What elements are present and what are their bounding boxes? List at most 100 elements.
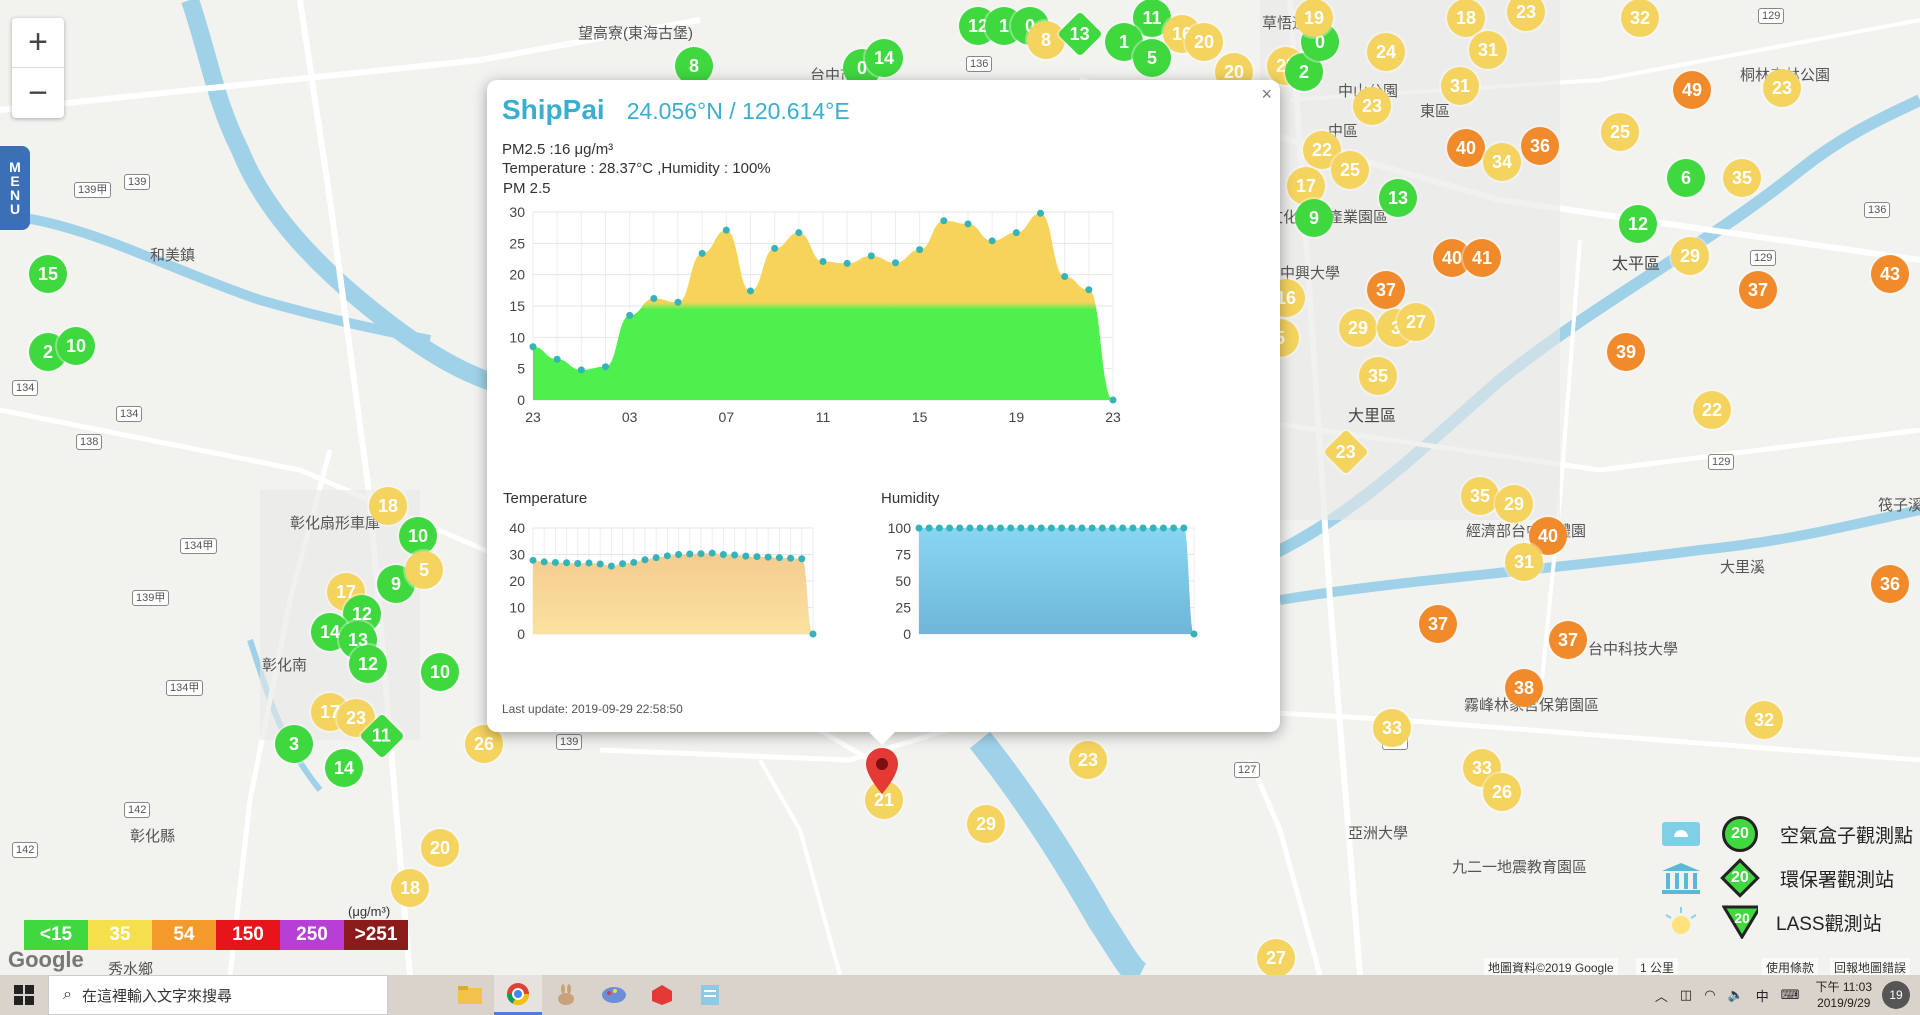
notification-center-button[interactable]: 19 <box>1882 981 1910 1009</box>
chevron-up-icon[interactable]: ︿ <box>1655 986 1668 1005</box>
wifi-icon[interactable]: ◠ <box>1704 987 1715 1003</box>
app-paint-icon[interactable] <box>590 975 638 1015</box>
place-label: 彰化南 <box>262 657 308 674</box>
airbox-marker[interactable]: 3 <box>275 725 313 763</box>
airbox-marker[interactable]: 26 <box>1483 773 1521 811</box>
station-type-legend: 20 空氣盒子觀測點 20 環保署觀測站 20 LASS觀測站 <box>1656 812 1920 944</box>
airbox-marker[interactable]: 40 <box>1447 129 1485 167</box>
search-placeholder: 在這裡輸入文字來搜尋 <box>81 987 232 1005</box>
place-label: 大里溪 <box>1720 559 1766 576</box>
airbox-marker[interactable]: 19 <box>1295 0 1333 37</box>
airbox-marker[interactable]: 39 <box>1607 333 1645 371</box>
airbox-marker[interactable]: 5 <box>405 551 443 589</box>
zoom-out-button[interactable]: − <box>12 68 64 118</box>
app-sketchup-icon[interactable] <box>638 975 686 1015</box>
airbox-marker[interactable]: 18 <box>1447 0 1485 37</box>
airbox-marker[interactable]: 32 <box>1621 0 1659 37</box>
airbox-marker[interactable]: 49 <box>1673 71 1711 109</box>
start-button[interactable] <box>0 975 48 1015</box>
airbox-marker[interactable]: 37 <box>1549 621 1587 659</box>
popup-close-button[interactable]: × <box>1261 84 1272 105</box>
airbox-marker[interactable]: 23 <box>1069 741 1107 779</box>
airbox-marker[interactable]: 36 <box>1871 565 1909 603</box>
airbox-marker[interactable]: 41 <box>1463 239 1501 277</box>
airbox-marker[interactable]: 27 <box>1397 303 1435 341</box>
airbox-marker[interactable]: 37 <box>1367 271 1405 309</box>
airbox-marker[interactable]: 35 <box>1461 477 1499 515</box>
y-tick-label: 10 <box>509 600 525 616</box>
airbox-marker[interactable]: 10 <box>399 517 437 555</box>
app-notepad-icon[interactable] <box>686 975 734 1015</box>
airbox-marker[interactable]: 18 <box>369 487 407 525</box>
airbox-marker[interactable]: 10 <box>57 327 95 365</box>
airbox-marker[interactable]: 25 <box>1601 113 1639 151</box>
airbox-marker[interactable]: 35 <box>1723 159 1761 197</box>
chrome-icon[interactable] <box>494 975 542 1015</box>
airbox-marker[interactable]: 37 <box>1419 605 1457 643</box>
airbox-marker[interactable]: 20 <box>1185 23 1223 61</box>
ime-indicator[interactable]: 中 <box>1756 986 1769 1005</box>
airbox-marker[interactable]: 38 <box>1505 669 1543 707</box>
airbox-marker[interactable]: 12 <box>1619 205 1657 243</box>
file-explorer-icon[interactable] <box>446 975 494 1015</box>
marker-value: 40 <box>1455 137 1477 158</box>
app-rabbit-icon[interactable] <box>542 975 590 1015</box>
report-map-error-link[interactable]: 回報地圖錯誤 <box>1830 958 1911 975</box>
airbox-marker[interactable]: 8 <box>1027 21 1065 59</box>
airbox-marker[interactable]: 12 <box>349 645 387 683</box>
data-point <box>553 355 561 363</box>
airbox-marker[interactable]: 29 <box>1339 309 1377 347</box>
taskbar-search-box[interactable]: ⌕ 在這裡輸入文字來搜尋 <box>48 975 388 1015</box>
data-point <box>966 524 974 532</box>
data-point <box>1017 524 1025 532</box>
zoom-in-button[interactable]: + <box>12 18 64 68</box>
y-tick-label: 40 <box>509 520 525 536</box>
x-tick-label: 23 <box>525 409 541 425</box>
airbox-marker[interactable]: 10 <box>421 653 459 691</box>
airbox-marker[interactable]: 23 <box>1763 69 1801 107</box>
airbox-marker[interactable]: 35 <box>1359 357 1397 395</box>
airbox-marker[interactable]: 33 <box>1373 709 1411 747</box>
clock[interactable]: 下午 11:03 2019/9/29 <box>1816 979 1872 1011</box>
airbox-marker[interactable]: 36 <box>1521 127 1559 165</box>
route-shield: 136 <box>966 56 993 72</box>
network-icon[interactable]: ◫ <box>1680 987 1692 1003</box>
marker-value: 27 <box>1265 947 1287 968</box>
airbox-marker[interactable]: 18 <box>391 869 429 907</box>
data-point <box>563 559 571 567</box>
terms-link[interactable]: 使用條款 <box>1762 958 1819 975</box>
airbox-marker[interactable]: 37 <box>1739 271 1777 309</box>
volume-icon[interactable]: 🔈 <box>1728 987 1744 1003</box>
airbox-marker[interactable]: 23 <box>1353 87 1391 125</box>
airbox-marker[interactable]: 24 <box>1367 33 1405 71</box>
marker-value: 24 <box>1375 41 1397 62</box>
airbox-marker[interactable]: 22 <box>1693 391 1731 429</box>
airbox-marker[interactable]: 43 <box>1871 255 1909 293</box>
airbox-marker[interactable]: 15 <box>29 255 67 293</box>
airbox-marker[interactable]: 14 <box>865 39 903 77</box>
airbox-marker[interactable]: 29 <box>967 805 1005 843</box>
airbox-marker[interactable]: 6 <box>1667 159 1705 197</box>
airbox-marker[interactable]: 13 <box>1379 179 1417 217</box>
route-shield: 138 <box>76 434 103 450</box>
airbox-marker[interactable]: 34 <box>1483 143 1521 181</box>
airbox-marker[interactable]: 25 <box>1331 151 1369 189</box>
airbox-marker[interactable]: 9 <box>1295 199 1333 237</box>
marker-value: 25 <box>1339 159 1361 180</box>
airbox-marker[interactable]: 14 <box>325 749 363 787</box>
airbox-marker[interactable]: 20 <box>421 829 459 867</box>
airbox-marker[interactable]: 32 <box>1745 701 1783 739</box>
marker-value: 36 <box>1529 135 1551 156</box>
airbox-marker[interactable]: 31 <box>1441 67 1479 105</box>
menu-tab[interactable]: M E N U <box>0 146 30 230</box>
airbox-marker[interactable]: 27 <box>1257 939 1295 975</box>
location-pin-icon[interactable] <box>866 748 898 794</box>
map-canvas[interactable]: 和美鎮 彰化縣 秀水鄉 太平區 大里區 東區 中區 霧峰林家宮保第園區 亞洲大學… <box>0 0 1920 975</box>
keyboard-icon[interactable]: ⌨ <box>1781 987 1800 1003</box>
airbox-marker[interactable]: 29 <box>1671 237 1709 275</box>
airbox-marker[interactable]: 31 <box>1469 31 1507 69</box>
airbox-marker[interactable]: 5 <box>1133 39 1171 77</box>
airbox-marker[interactable]: 29 <box>1495 485 1533 523</box>
marker-value: 23 <box>1515 1 1537 22</box>
airbox-marker[interactable]: 31 <box>1505 543 1543 581</box>
